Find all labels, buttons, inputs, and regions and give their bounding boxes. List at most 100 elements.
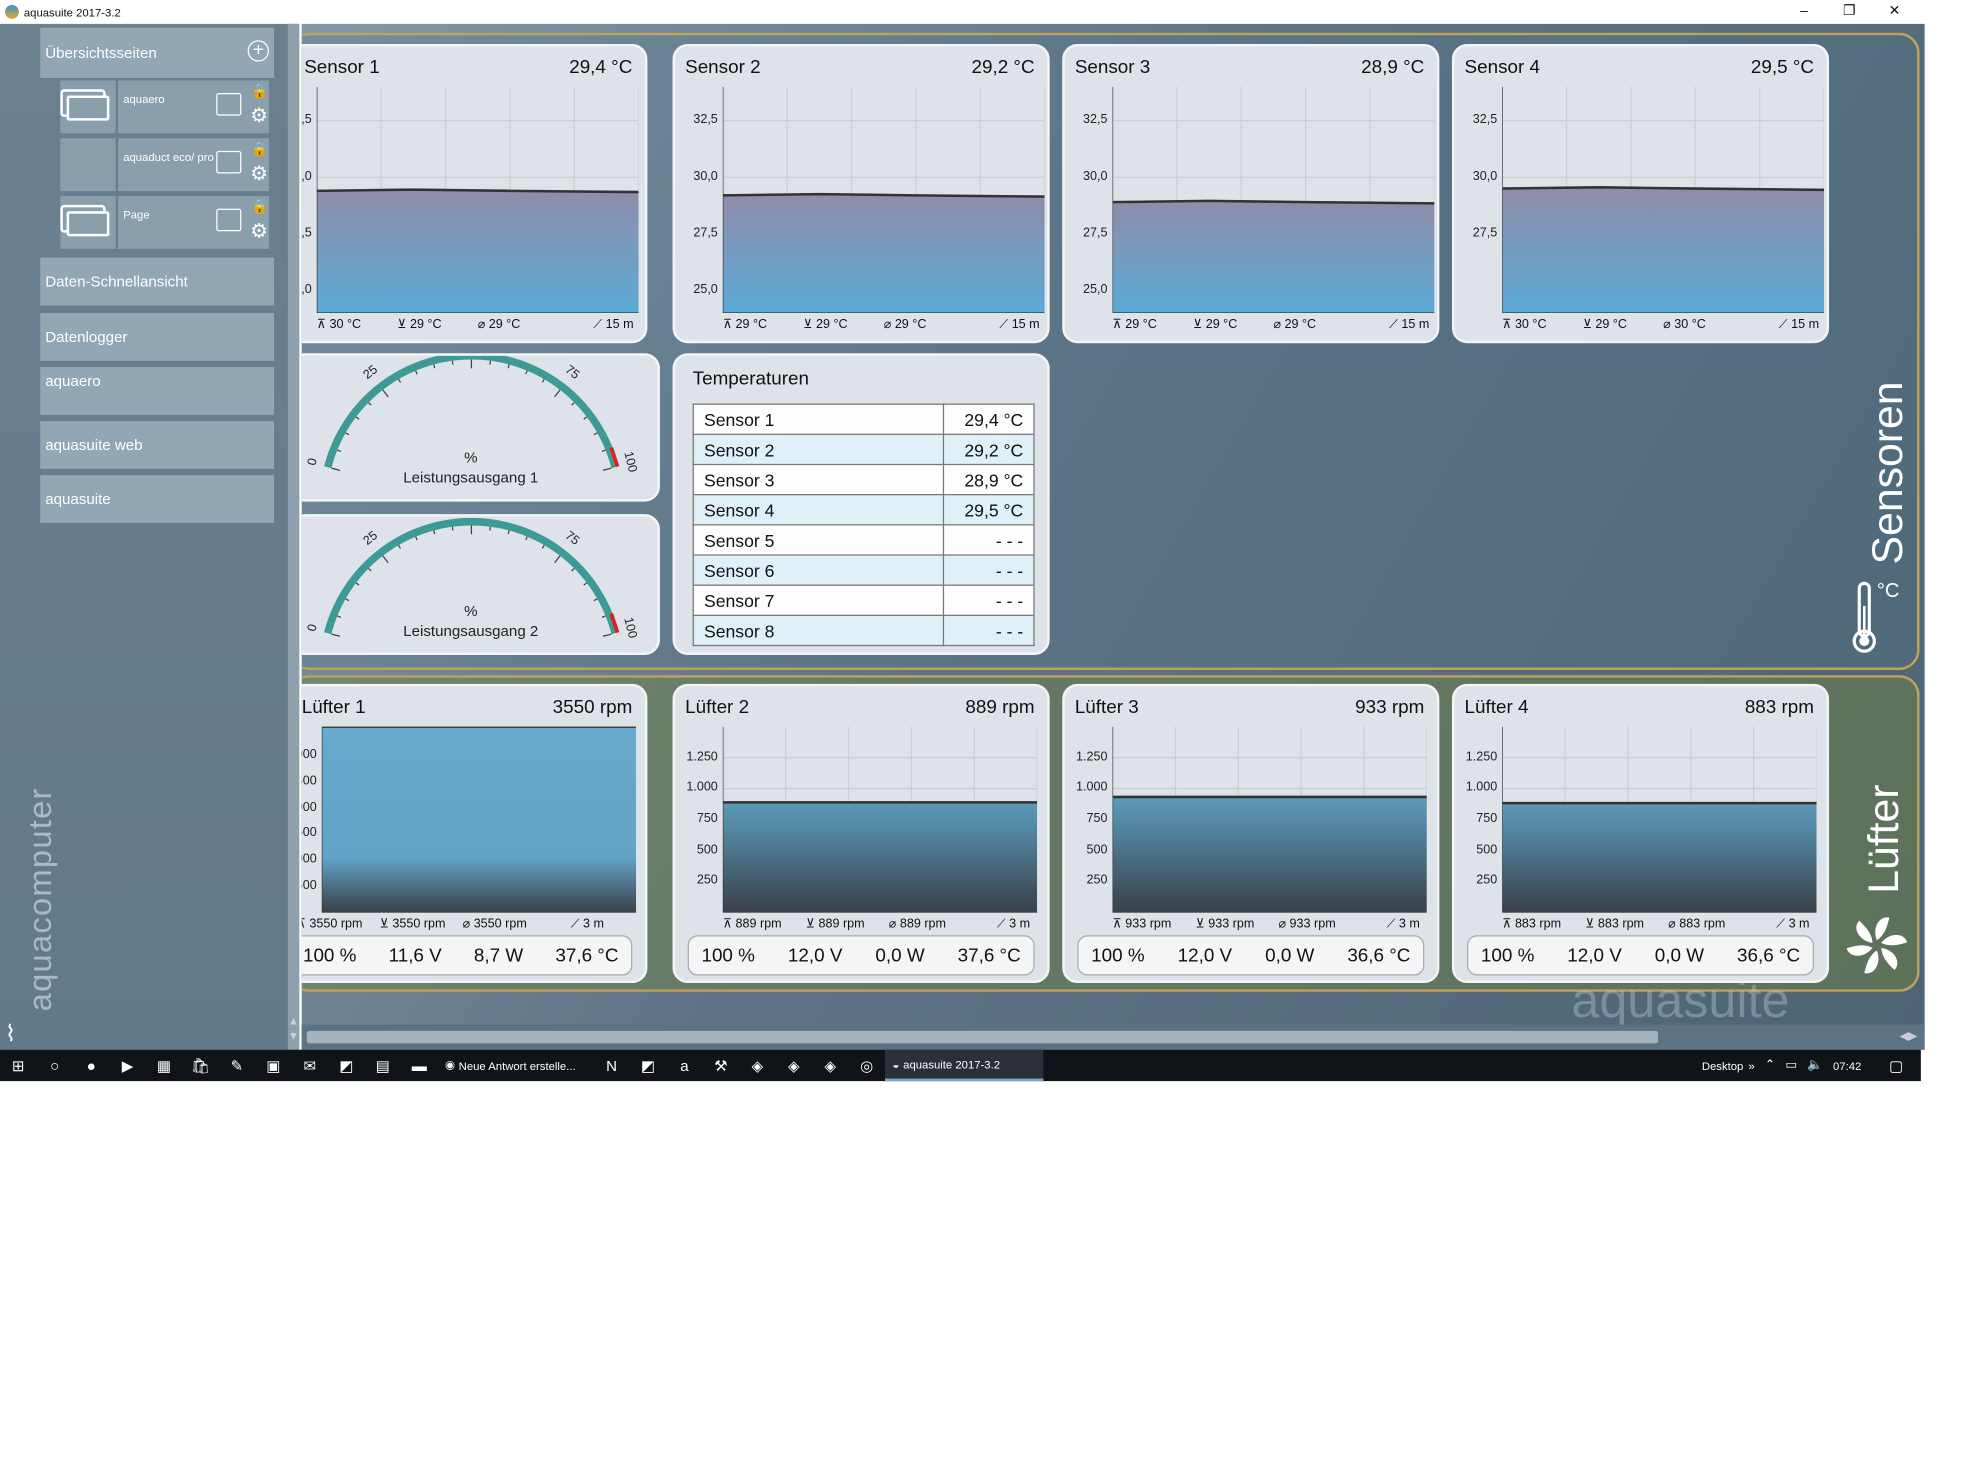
- firefox-icon[interactable]: ●: [73, 1050, 109, 1081]
- scroll-down-icon[interactable]: ▼: [288, 1030, 299, 1043]
- scroll-arrows-icon[interactable]: ◀▶: [1900, 1030, 1917, 1044]
- game-icon[interactable]: ◈: [739, 1050, 775, 1081]
- netflix-icon[interactable]: N: [593, 1050, 629, 1081]
- lock-icon[interactable]: 🔒: [251, 199, 268, 215]
- footer-max: ⊼ 30 °C: [317, 318, 361, 332]
- media-icon[interactable]: ▶: [109, 1050, 145, 1081]
- excel-icon[interactable]: ▤: [365, 1050, 401, 1081]
- up-arrow-icon[interactable]: ⌃: [1765, 1058, 1776, 1072]
- taskbar-task[interactable]: ◉ Neue Antwort erstelle...: [437, 1050, 593, 1081]
- span-icon: ⟋: [1386, 917, 1399, 932]
- fan-pct: 100 %: [701, 944, 755, 967]
- gear-icon[interactable]: ⚙: [250, 219, 268, 244]
- cortana-icon[interactable]: ○: [36, 1050, 72, 1081]
- taskbar-task[interactable]: ◒ aquasuite 2017-3.2: [884, 1049, 1044, 1082]
- basketball-icon[interactable]: ◎: [849, 1050, 885, 1081]
- display-settings-icon[interactable]: [216, 208, 242, 232]
- sensor-area: [1502, 188, 1825, 314]
- clock[interactable]: 07:42: [1833, 1059, 1861, 1072]
- footer-min-value: 29 °C: [815, 318, 848, 332]
- gear-icon[interactable]: ⚙: [250, 103, 268, 128]
- footer-span-value: 15 m: [1011, 318, 1040, 332]
- footer-max-value: 933 rpm: [1125, 917, 1172, 932]
- max-icon: ⊼: [1502, 318, 1515, 332]
- fan-panel[interactable]: Lüfter 2 889 rpm 1.250 1.000 750 500 250 ⊼ 889 …: [672, 683, 1050, 984]
- gear-icon[interactable]: ⚙: [250, 161, 268, 186]
- close-button[interactable]: ✕: [1872, 0, 1917, 24]
- footer-max-value: 883 rpm: [1514, 917, 1562, 932]
- page-slot[interactable]: aquaduct eco/ pro 🔒 ⚙: [60, 138, 270, 192]
- minimize-button[interactable]: –: [1781, 0, 1826, 24]
- lock-icon[interactable]: 🔒: [251, 141, 268, 157]
- sidebar-item-aquasuite-web[interactable]: aquasuite web: [40, 421, 275, 469]
- footer-min: ⊻ 933 rpm: [1196, 918, 1255, 932]
- overview-pages-button[interactable]: Übersichtsseiten +: [40, 27, 275, 78]
- app-icon[interactable]: ◩: [630, 1050, 666, 1081]
- sensor-panel[interactable]: Sensor 1 29,4 °C 32,5 30,0 27,5 25,0 ⊼ 30 °C ⊻ …: [301, 43, 648, 344]
- y-tick-label: 32,5: [1083, 113, 1108, 127]
- fan-temp: 36,6 °C: [1347, 944, 1411, 967]
- max-icon: ⊼: [722, 917, 736, 932]
- mail-icon[interactable]: ✉: [292, 1050, 328, 1081]
- plus-circle-icon[interactable]: +: [247, 40, 270, 62]
- y-tick-label: 250: [1476, 874, 1498, 888]
- fan-panel[interactable]: Lüfter 4 883 rpm 1.250 1.000 750 500 250 ⊼ 883 …: [1451, 683, 1830, 984]
- footer-max: ⊼ 30 °C: [1502, 318, 1546, 332]
- store-icon[interactable]: 🛍: [182, 1050, 218, 1081]
- sidebar-item-datalogger[interactable]: Datenlogger: [40, 313, 275, 361]
- restore-button[interactable]: ❐: [1827, 0, 1872, 24]
- sensor-panel[interactable]: Sensor 2 29,2 °C 32,5 30,0 27,5 25,0 ⊼ 29 °C ⊻ …: [672, 43, 1050, 344]
- dashboard: Sensoren °C Lüfter aquasuite Sensor 1 29,…: [301, 23, 1925, 1050]
- notes-icon[interactable]: ✎: [219, 1050, 255, 1081]
- windows-start-icon[interactable]: ⊞: [0, 1050, 36, 1081]
- sensor-panel[interactable]: Sensor 4 29,5 °C 32,5 30,0 27,5 ⊼ 30 °C ⊻ 29 °…: [1451, 43, 1830, 344]
- game-icon[interactable]: ◈: [812, 1050, 848, 1081]
- chevron-icon[interactable]: »: [1748, 1059, 1754, 1072]
- calculator-icon[interactable]: ▦: [146, 1050, 182, 1081]
- footer-avg: ⌀ 933 rpm: [1278, 918, 1335, 932]
- display-settings-icon[interactable]: [216, 93, 242, 116]
- sidebar-item-quickview[interactable]: Daten-Schnellansicht: [40, 257, 275, 306]
- amazon-icon[interactable]: a: [666, 1050, 702, 1081]
- footer-min-value: 889 rpm: [818, 917, 865, 932]
- notifications-icon[interactable]: ▢: [1889, 1057, 1903, 1075]
- page-slot[interactable]: Page 🔒 ⚙: [60, 196, 270, 249]
- gauge-panel[interactable]: 0255075100%Leistungsausgang 1: [301, 353, 660, 502]
- sensor-name-cell: Sensor 2: [692, 433, 945, 466]
- page-slot[interactable]: aquaero 🔒 ⚙: [60, 80, 270, 134]
- chrome-icon: ◉: [445, 1058, 455, 1072]
- twitch-icon[interactable]: ▣: [255, 1050, 291, 1081]
- y-tick-label: 30,0: [1472, 169, 1498, 184]
- footer-avg-value: 889 rpm: [899, 917, 946, 932]
- app-icon[interactable]: ◩: [328, 1050, 364, 1081]
- tool-icon[interactable]: ⚒: [703, 1050, 739, 1081]
- explorer-icon[interactable]: ▬: [401, 1050, 437, 1081]
- gauge-unit: %: [464, 602, 478, 620]
- horizontal-scrollbar[interactable]: ◀▶: [301, 1024, 1925, 1050]
- fan-title: Lüfter 3: [1074, 696, 1139, 718]
- game-icon[interactable]: ◈: [776, 1050, 812, 1081]
- network-icon[interactable]: ▭: [1785, 1058, 1797, 1072]
- footer-avg-value: 29 °C: [488, 318, 521, 332]
- sensor-panel[interactable]: Sensor 3 28,9 °C 32,5 30,0 27,5 25,0 ⊼ 29 °C ⊻ …: [1062, 43, 1440, 344]
- scrollbar-thumb[interactable]: [306, 1030, 1659, 1044]
- fan-pct: 100 %: [1480, 944, 1535, 967]
- display-settings-icon[interactable]: [216, 150, 242, 174]
- sensor-value-cell: - - -: [942, 584, 1035, 616]
- desktop-toolbar[interactable]: Desktop: [1702, 1059, 1744, 1072]
- fan-panel[interactable]: Lüfter 1 3550 rpm 000 500 000 500 000 500 ⊼ 3550…: [301, 683, 648, 984]
- lock-icon[interactable]: 🔒: [251, 83, 268, 99]
- sensor-name-cell: Sensor 8: [692, 614, 945, 647]
- footer-min: ⊻ 3550 rpm: [380, 918, 446, 932]
- gauge-panel[interactable]: 0255075100%Leistungsausgang 2: [301, 514, 660, 655]
- volume-icon[interactable]: 🔈: [1807, 1058, 1823, 1072]
- sidebar-item-aquaero[interactable]: aquaero: [40, 367, 275, 415]
- min-icon: ⊻: [1192, 318, 1206, 332]
- sensor-value-cell: - - -: [942, 614, 1035, 647]
- footer-min-value: 29 °C: [1595, 318, 1627, 332]
- sidebar-scrollbar[interactable]: [287, 23, 300, 1050]
- fan-panel[interactable]: Lüfter 3 933 rpm 1.250 1.000 750 500 250 ⊼ 933 …: [1062, 683, 1440, 984]
- scroll-up-icon[interactable]: ▲: [288, 1014, 299, 1027]
- sidebar-item-aquasuite[interactable]: aquasuite: [40, 475, 275, 523]
- gauge-tick: [415, 370, 418, 375]
